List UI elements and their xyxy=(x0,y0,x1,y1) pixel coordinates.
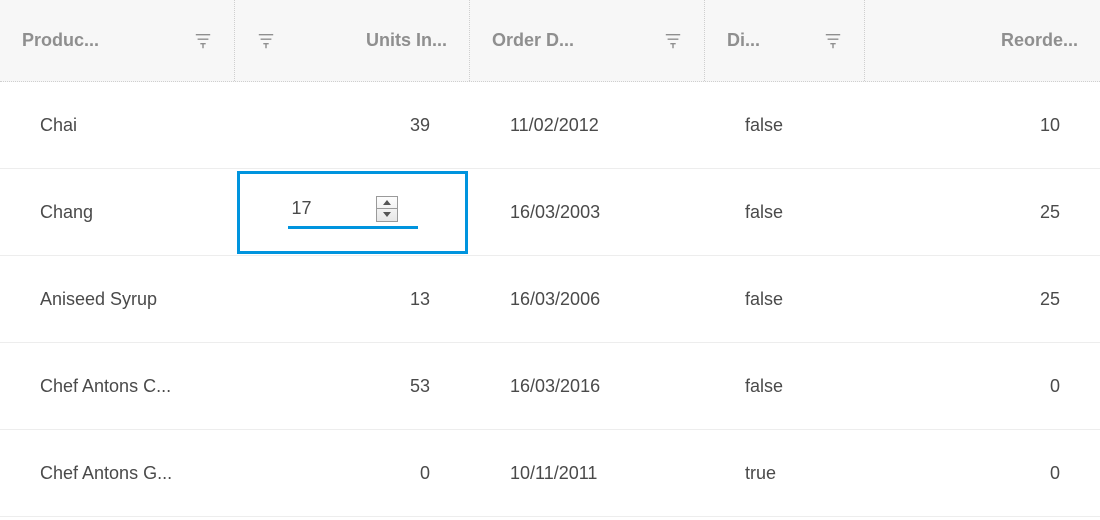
cell-units[interactable]: 13 xyxy=(235,289,470,310)
table-row: Chef Antons G... 0 10/11/2011 true 0 xyxy=(0,430,1100,517)
cell-reorder[interactable]: 0 xyxy=(865,463,1100,484)
data-grid: Produc... Units In... Order D... xyxy=(0,0,1100,517)
cell-discontinued[interactable]: false xyxy=(705,202,865,223)
numeric-spinner xyxy=(376,196,398,222)
cell-discontinued[interactable]: false xyxy=(705,376,865,397)
cell-product[interactable]: Chang xyxy=(0,202,235,223)
cell-order-date[interactable]: 16/03/2003 xyxy=(470,202,705,223)
column-header-order-date[interactable]: Order D... xyxy=(470,0,705,81)
cell-product[interactable]: Aniseed Syrup xyxy=(0,289,235,310)
cell-order-date[interactable]: 16/03/2016 xyxy=(470,376,705,397)
column-header-reorder-label: Reorde... xyxy=(887,30,1078,51)
cell-order-date[interactable]: 16/03/2006 xyxy=(470,289,705,310)
cell-product[interactable]: Chef Antons G... xyxy=(0,463,235,484)
cell-order-date[interactable]: 10/11/2011 xyxy=(470,463,705,484)
table-row: Aniseed Syrup 13 16/03/2006 false 25 xyxy=(0,256,1100,343)
column-header-discontinued-label: Di... xyxy=(727,30,800,51)
cell-reorder[interactable]: 10 xyxy=(865,115,1100,136)
cell-units[interactable]: 53 xyxy=(235,376,470,397)
cell-discontinued[interactable]: true xyxy=(705,463,865,484)
column-header-reorder[interactable]: Reorde... xyxy=(865,0,1100,81)
cell-product[interactable]: Chai xyxy=(0,115,235,136)
filter-icon[interactable] xyxy=(257,32,275,50)
spinner-up-button[interactable] xyxy=(377,197,397,210)
grid-header-row: Produc... Units In... Order D... xyxy=(0,0,1100,82)
cell-order-date[interactable]: 11/02/2012 xyxy=(470,115,705,136)
cell-units[interactable]: 0 xyxy=(235,463,470,484)
column-header-discontinued[interactable]: Di... xyxy=(705,0,865,81)
table-row: Chef Antons C... 53 16/03/2016 false 0 xyxy=(0,343,1100,430)
filter-icon[interactable] xyxy=(824,32,842,50)
column-header-product[interactable]: Produc... xyxy=(0,0,235,81)
cell-reorder[interactable]: 0 xyxy=(865,376,1100,397)
column-header-units-label: Units In... xyxy=(299,30,447,51)
chevron-down-icon xyxy=(383,212,391,217)
spinner-down-button[interactable] xyxy=(377,209,397,221)
cell-discontinued[interactable]: false xyxy=(705,289,865,310)
column-header-units[interactable]: Units In... xyxy=(235,0,470,81)
chevron-up-icon xyxy=(383,200,391,205)
numeric-editor xyxy=(288,196,418,229)
cell-product[interactable]: Chef Antons C... xyxy=(0,376,235,397)
table-row: Chai 39 11/02/2012 false 10 xyxy=(0,82,1100,169)
cell-discontinued[interactable]: false xyxy=(705,115,865,136)
units-input[interactable] xyxy=(292,198,362,219)
table-row: Chang 16/03/2003 false 25 xyxy=(0,169,1100,256)
column-header-order-date-label: Order D... xyxy=(492,30,640,51)
cell-reorder[interactable]: 25 xyxy=(865,202,1100,223)
cell-units[interactable]: 39 xyxy=(235,115,470,136)
cell-reorder[interactable]: 25 xyxy=(865,289,1100,310)
filter-icon[interactable] xyxy=(194,32,212,50)
cell-units-editing[interactable] xyxy=(235,169,470,256)
column-header-product-label: Produc... xyxy=(22,30,170,51)
filter-icon[interactable] xyxy=(664,32,682,50)
